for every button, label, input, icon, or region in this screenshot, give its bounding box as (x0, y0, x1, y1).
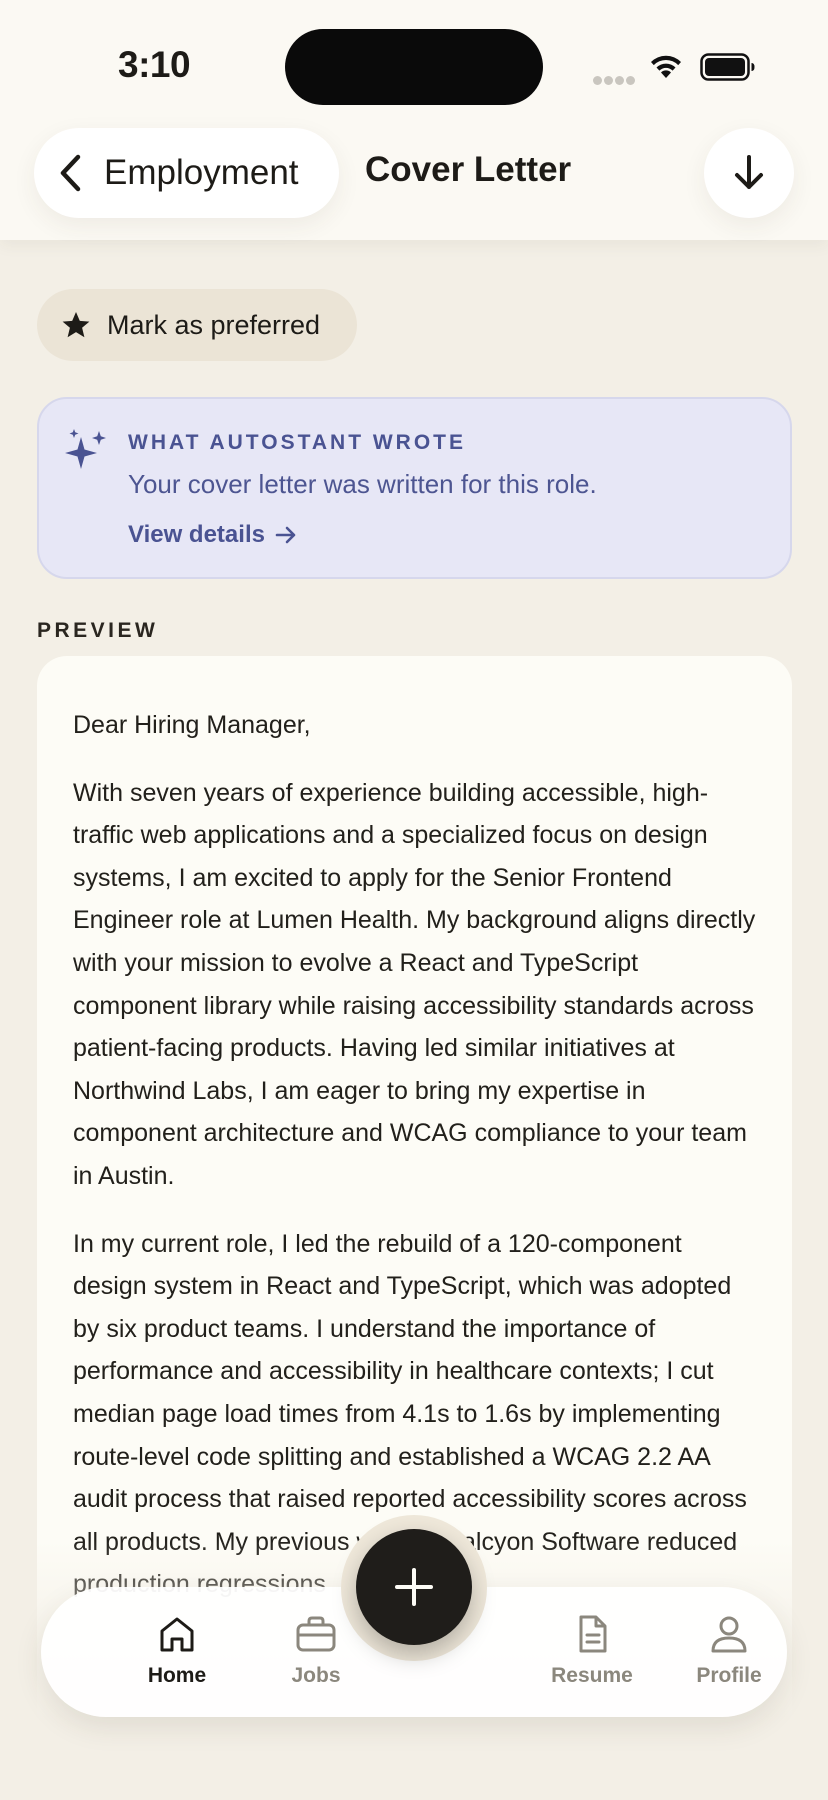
page-title: Cover Letter (365, 150, 572, 189)
person-icon (711, 1616, 747, 1653)
status-time: 3:10 (118, 44, 191, 85)
arrow-right-icon (275, 526, 296, 544)
autostant-eyebrow: WHAT AUTOSTANT WROTE (128, 431, 467, 454)
mark-preferred-label: Mark as preferred (107, 309, 321, 340)
tab-resume[interactable]: Resume (532, 1587, 652, 1717)
tab-profile-label: Profile (696, 1664, 762, 1687)
back-button[interactable]: Employment (34, 128, 339, 218)
cellular-signal-icon (593, 72, 637, 90)
battery-icon (700, 53, 755, 81)
tab-home[interactable]: Home (117, 1587, 237, 1717)
letter-salutation: Dear Hiring Manager, (73, 711, 311, 739)
view-details-link[interactable]: View details (128, 521, 297, 549)
view-details-label: View details (128, 521, 265, 548)
tab-profile[interactable]: Profile (669, 1587, 789, 1717)
briefcase-icon (296, 1616, 336, 1652)
add-button[interactable] (356, 1529, 472, 1645)
tab-jobs-label: Jobs (291, 1664, 341, 1687)
autostant-info-card: WHAT AUTOSTANT WROTE Your cover letter w… (37, 397, 792, 579)
tab-resume-label: Resume (551, 1664, 633, 1687)
star-icon (62, 312, 90, 338)
chevron-left-icon (60, 154, 81, 192)
arrow-down-icon (735, 155, 763, 189)
letter-paragraph: With seven years of experience building … (73, 778, 756, 1190)
document-icon (579, 1615, 607, 1653)
tab-home-label: Home (147, 1664, 207, 1687)
mark-preferred-button[interactable]: Mark as preferred (37, 289, 357, 361)
plus-icon (395, 1568, 433, 1606)
dynamic-island (285, 29, 543, 105)
home-icon (160, 1617, 194, 1652)
sparkle-icon (65, 429, 106, 469)
back-button-label: Employment (104, 153, 299, 192)
wifi-icon (651, 55, 681, 78)
bottom-background (0, 1730, 828, 1800)
preview-section-label: PREVIEW (37, 619, 159, 642)
autostant-description: Your cover letter was written for this r… (128, 469, 597, 499)
download-button[interactable] (704, 128, 794, 218)
